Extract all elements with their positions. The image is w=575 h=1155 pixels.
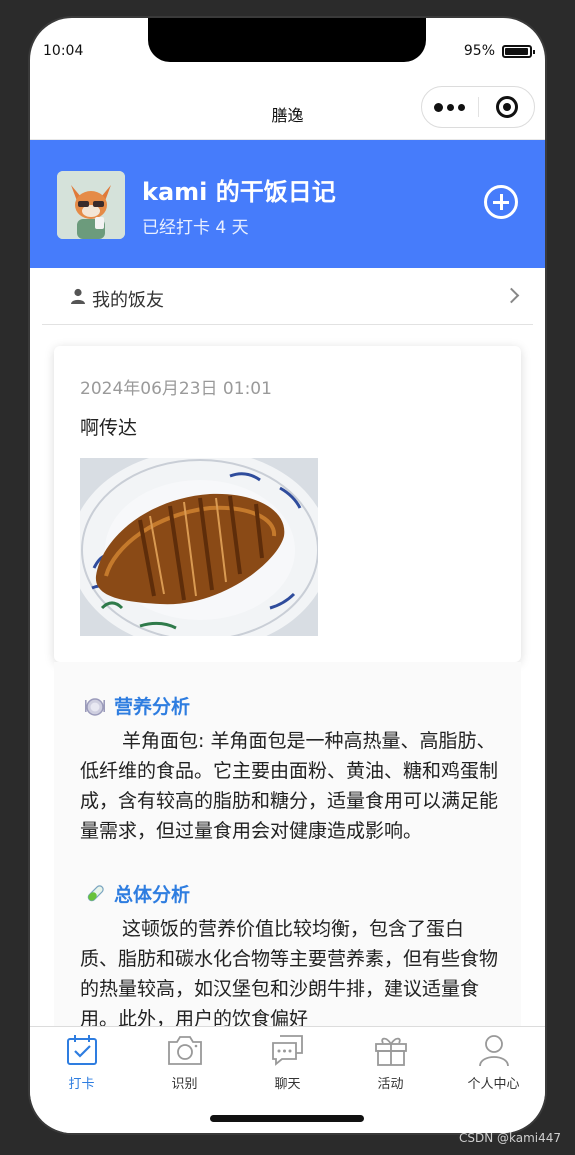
tab-label: 识别 xyxy=(171,1077,198,1092)
battery-fill xyxy=(505,48,528,55)
test-tube-icon xyxy=(87,884,104,901)
gift-icon xyxy=(374,1037,407,1066)
tab-profile[interactable]: 个人中心 xyxy=(442,1033,545,1103)
phone-frame: 10:04 95% 膳逸 kami 的干饭日记 已经打卡 4 天 我的饭友 20… xyxy=(30,18,545,1133)
capsule-divider xyxy=(478,97,479,117)
nutrition-body: 羊角面包: 羊角面包是一种高热量、高脂肪、低纤维的食品。它主要由面粉、黄油、糖和… xyxy=(80,730,499,842)
calendar-check-icon xyxy=(66,1035,97,1065)
diary-text: 啊传达 xyxy=(80,417,138,439)
plate-icon xyxy=(85,697,105,716)
avatar[interactable] xyxy=(57,171,125,239)
add-entry-button[interactable] xyxy=(484,185,518,219)
person-outline-icon xyxy=(478,1035,509,1067)
tab-label: 个人中心 xyxy=(467,1077,520,1092)
tab-label: 聊天 xyxy=(274,1077,301,1092)
status-time: 10:04 xyxy=(43,43,84,59)
my-friends-label: 我的饭友 xyxy=(92,290,164,311)
tab-activity[interactable]: 活动 xyxy=(339,1033,442,1103)
tab-recognize[interactable]: 识别 xyxy=(133,1033,236,1103)
diary-date: 2024年06月23日 01:01 xyxy=(80,379,272,399)
watermark: CSDN @kami447 xyxy=(458,1131,561,1145)
battery-percent: 95% xyxy=(463,43,495,59)
content-scroll[interactable]: 2024年06月23日 01:01 啊传达 营养分析 羊角面包: 羊角面包是一种… xyxy=(30,326,545,1026)
tab-checkin[interactable]: 打卡 xyxy=(30,1033,133,1103)
checkin-days: 已经打卡 4 天 xyxy=(142,218,249,238)
capsule-menu xyxy=(421,86,535,128)
nav-bar: 膳逸 xyxy=(30,78,545,140)
person-icon xyxy=(71,288,85,304)
battery-icon xyxy=(502,45,535,58)
tab-chat[interactable]: 聊天 xyxy=(236,1033,339,1103)
home-indicator[interactable] xyxy=(210,1115,364,1122)
tab-bar: 打卡 识别 聊天 活动 个人中心 xyxy=(30,1026,545,1133)
diary-title: kami 的干饭日记 xyxy=(142,178,336,206)
my-friends-row[interactable]: 我的饭友 xyxy=(42,268,533,325)
analysis-panel: 营养分析 羊角面包: 羊角面包是一种高热量、高脂肪、低纤维的食品。它主要由面粉、… xyxy=(54,662,521,1026)
fox-avatar-icon xyxy=(57,171,125,239)
croissant-photo[interactable] xyxy=(80,458,318,636)
close-miniprogram-icon[interactable] xyxy=(496,96,518,118)
chat-icon xyxy=(271,1035,303,1066)
nutrition-title: 营养分析 xyxy=(114,696,191,718)
diary-header: kami 的干饭日记 已经打卡 4 天 xyxy=(30,140,545,268)
camera-icon xyxy=(167,1036,202,1065)
nutrition-heading: 营养分析 xyxy=(84,692,190,719)
chevron-right-icon xyxy=(503,287,520,304)
tab-label: 活动 xyxy=(377,1077,404,1092)
overall-title: 总体分析 xyxy=(114,884,191,906)
diary-card[interactable]: 2024年06月23日 01:01 啊传达 xyxy=(54,346,521,662)
overall-body: 这顿饭的营养价值比较均衡，包含了蛋白质、脂肪和碳水化合物等主要营养素，但有些食物… xyxy=(80,918,499,1026)
overall-heading: 总体分析 xyxy=(84,880,190,907)
more-icon[interactable] xyxy=(434,99,470,115)
notch xyxy=(148,18,426,62)
tab-label: 打卡 xyxy=(68,1077,95,1092)
